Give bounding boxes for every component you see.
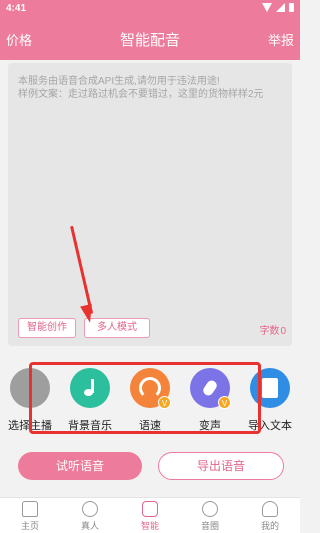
tab-label: 音圈 (200, 521, 219, 531)
report-button[interactable]: 举报 (268, 30, 294, 49)
word-count-label: 字数 (259, 326, 280, 337)
page-title: 智能配音 (119, 32, 180, 49)
action-buttons: 试听语音 导出语音 (0, 452, 300, 482)
me-icon (262, 501, 278, 517)
ai-create-button[interactable]: 智能创作 (18, 318, 76, 338)
placeholder-line-1: 本服务由语音合成API生成,请勿用于违法用途! (18, 76, 220, 87)
placeholder-line-2: 样例文案：走过路过机会不要错过，这里的货物样样2元 (18, 89, 264, 100)
export-button[interactable]: 导出语音 (158, 452, 284, 480)
tab-label: 智能 (140, 521, 159, 531)
person-icon (82, 501, 98, 517)
signal-icon (276, 3, 285, 12)
tab-label: 真人 (80, 521, 99, 531)
tab-mine[interactable]: 我的 (240, 501, 300, 532)
tab-real-person[interactable]: 真人 (60, 501, 120, 532)
word-count-value: 0 (280, 326, 286, 337)
status-icons (262, 3, 294, 12)
wifi-icon (262, 3, 272, 12)
app-bar: 价格 智能配音 举报 (0, 18, 300, 60)
home-icon (22, 501, 38, 517)
bottom-tab-bar: 主页 真人 智能 音圈 我的 (0, 497, 300, 533)
editor-placeholder: 本服务由语音合成API生成,请勿用于违法用途! 样例文案：走过路过机会不要错过，… (18, 75, 284, 101)
tab-label: 主页 (20, 521, 39, 531)
text-editor[interactable]: 本服务由语音合成API生成,请勿用于违法用途! 样例文案：走过路过机会不要错过，… (8, 63, 292, 346)
status-bar: 4:41 (0, 0, 300, 18)
word-count: 字数0 (258, 322, 286, 337)
annotation-highlight-box (29, 362, 261, 434)
battery-icon (289, 3, 294, 12)
status-time: 4:41 (6, 3, 27, 14)
tab-voice-circle[interactable]: 音圈 (180, 501, 240, 532)
ring-icon (202, 501, 218, 517)
tab-home[interactable]: 主页 (0, 501, 60, 532)
tab-smart[interactable]: 智能 (120, 501, 180, 532)
robot-icon (142, 501, 158, 517)
listen-button[interactable]: 试听语音 (18, 452, 142, 480)
tab-label: 我的 (260, 521, 279, 531)
